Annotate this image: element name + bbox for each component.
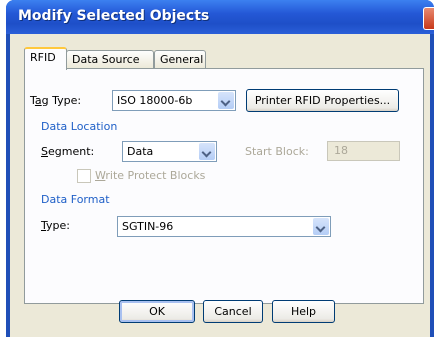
write-protect-checkbox[interactable] bbox=[77, 169, 91, 183]
tab-general[interactable]: General bbox=[154, 50, 206, 68]
printer-rfid-properties-label: Printer RFID Properties... bbox=[254, 94, 391, 107]
tag-type-label: Tag Type: bbox=[30, 94, 82, 107]
data-format-group-label: Data Format bbox=[41, 193, 110, 206]
tab-data-source-label: Data Source bbox=[72, 53, 140, 66]
cancel-label: Cancel bbox=[214, 305, 252, 318]
segment-label: Segment: bbox=[41, 145, 95, 158]
segment-select[interactable]: Data bbox=[122, 141, 217, 162]
write-protect-label: Write Protect Blocks bbox=[95, 169, 206, 182]
tab-data-source[interactable]: Data Source bbox=[66, 50, 154, 68]
help-label: Help bbox=[290, 305, 317, 318]
dialog-window: Modify Selected Objects RFID Data Source… bbox=[6, 0, 434, 337]
tab-rfid[interactable]: RFID bbox=[24, 47, 67, 70]
printer-rfid-properties-button[interactable]: Printer RFID Properties... bbox=[246, 89, 399, 112]
tag-type-select[interactable]: ISO 18000-6b bbox=[112, 90, 236, 111]
data-location-group-label: Data Location bbox=[41, 120, 118, 133]
start-block-label: Start Block: bbox=[245, 145, 309, 158]
type-label: Type: bbox=[41, 219, 70, 232]
cancel-button[interactable]: Cancel bbox=[203, 300, 263, 323]
type-value: SGTIN-96 bbox=[122, 220, 174, 233]
tab-rfid-label: RFID bbox=[30, 51, 56, 64]
window-title: Modify Selected Objects bbox=[18, 8, 210, 24]
tab-general-label: General bbox=[160, 53, 204, 66]
ok-button[interactable]: OK bbox=[119, 300, 195, 323]
segment-value: Data bbox=[127, 145, 154, 158]
close-icon[interactable] bbox=[423, 7, 434, 30]
dialog-body: RFID Data Source General Tag Type: ISO 1… bbox=[10, 34, 430, 337]
chevron-down-icon[interactable] bbox=[199, 143, 215, 160]
title-bar[interactable]: Modify Selected Objects bbox=[6, 0, 434, 34]
ok-label: OK bbox=[149, 305, 165, 318]
chevron-down-icon[interactable] bbox=[218, 92, 234, 109]
tag-type-value: ISO 18000-6b bbox=[117, 94, 193, 107]
help-button[interactable]: Help bbox=[272, 300, 335, 323]
start-block-input[interactable]: 18 bbox=[327, 141, 400, 161]
chevron-down-icon[interactable] bbox=[313, 218, 329, 235]
type-select[interactable]: SGTIN-96 bbox=[117, 216, 331, 237]
rfid-panel: Tag Type: ISO 18000-6b Printer RFID Prop… bbox=[24, 68, 424, 304]
start-block-value: 18 bbox=[334, 144, 348, 157]
